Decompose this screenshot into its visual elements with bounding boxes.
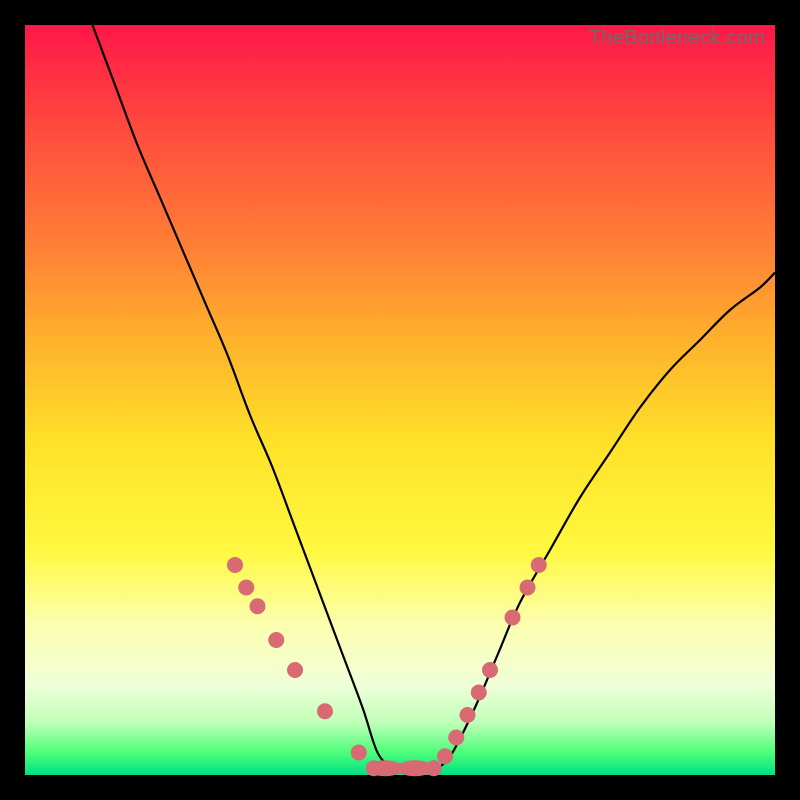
data-marker	[531, 557, 547, 573]
data-marker	[482, 662, 498, 678]
chart-plot-area: TheBottleneck.com	[25, 25, 775, 775]
data-markers	[227, 557, 547, 776]
data-marker	[437, 748, 453, 764]
left-curve	[93, 25, 393, 769]
data-marker	[520, 580, 536, 596]
data-marker	[287, 662, 303, 678]
right-curve	[438, 273, 776, 770]
chart-svg	[25, 25, 775, 775]
data-marker	[460, 707, 476, 723]
data-marker	[227, 557, 243, 573]
data-marker	[471, 685, 487, 701]
data-marker	[351, 745, 367, 761]
data-marker	[268, 632, 284, 648]
data-marker	[250, 598, 266, 614]
data-marker	[426, 760, 442, 776]
data-marker	[505, 610, 521, 626]
data-marker	[448, 730, 464, 746]
data-marker	[238, 580, 254, 596]
data-marker	[317, 703, 333, 719]
